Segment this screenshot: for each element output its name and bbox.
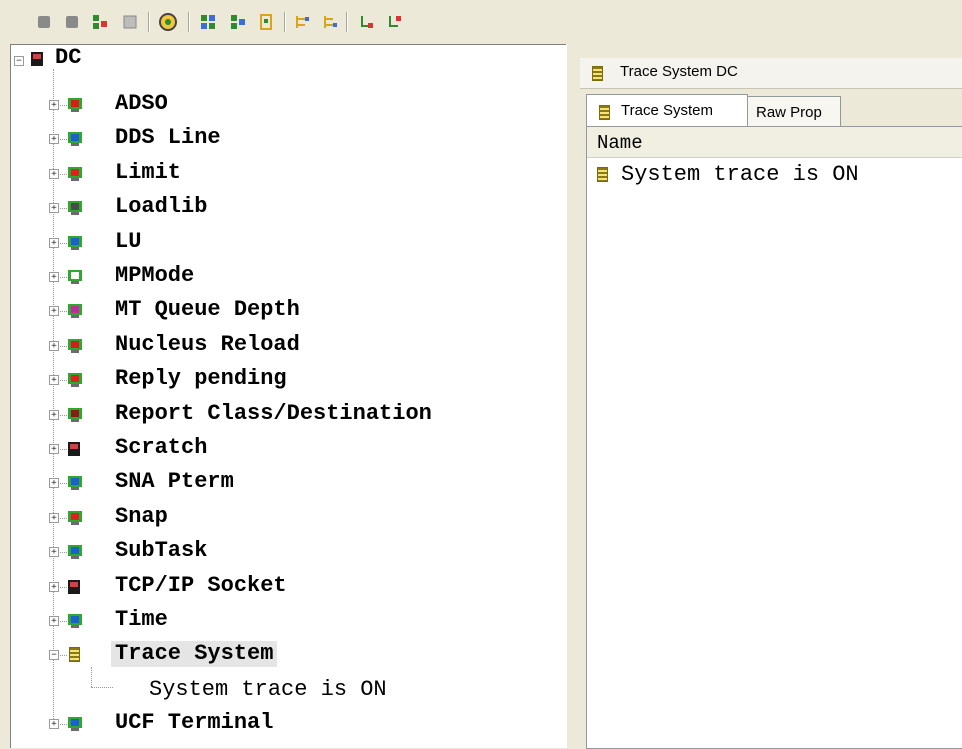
expand-icon[interactable]: +	[49, 547, 59, 558]
trace-system-list[interactable]: Name System trace is ON	[586, 126, 962, 749]
monitor-chart-icon	[67, 131, 82, 147]
monitor-red-icon	[67, 338, 82, 353]
system-icon	[30, 51, 44, 66]
tab-strip: Trace System Raw Prop	[586, 94, 962, 128]
tree-node-tcp-ip-socket[interactable]: TCP/IP Socket	[115, 573, 287, 599]
list-item-label: System trace is ON	[621, 162, 859, 187]
monitor-alert-icon	[67, 166, 82, 181]
expand-icon[interactable]: +	[49, 512, 59, 523]
monitor-clock-icon	[67, 613, 82, 628]
tab-trace-system[interactable]: Trace System	[586, 94, 748, 128]
tree-node-sna-pterm[interactable]: SNA Pterm	[115, 469, 234, 495]
monitor-red-icon	[67, 97, 82, 112]
monitor-reply-icon	[67, 372, 82, 388]
document-icon	[599, 105, 610, 120]
tree-node-dc[interactable]: DC	[55, 45, 81, 71]
expand-icon[interactable]: +	[49, 100, 59, 110]
expand-icon[interactable]: +	[49, 340, 59, 351]
hierarchy-icon[interactable]	[356, 12, 376, 32]
monitor-mt-icon	[67, 303, 82, 319]
tree-node-report-class-destination[interactable]: Report Class/Destination	[115, 401, 432, 427]
collapse-icon[interactable]: −	[49, 650, 59, 661]
tree-node-lu[interactable]: LU	[115, 229, 141, 255]
expand-icon[interactable]: +	[49, 168, 59, 179]
tree-node-adso[interactable]: ADSO	[115, 91, 168, 117]
monitor-mp-icon	[67, 269, 82, 284]
tree-node-dds-line[interactable]: DDS Line	[115, 125, 221, 151]
expand-icon[interactable]: +	[49, 409, 59, 420]
tree-node-snap[interactable]: Snap	[115, 504, 168, 530]
collapse-icon[interactable]: −	[14, 56, 24, 66]
view-icon[interactable]	[228, 12, 248, 32]
disconnect-icon[interactable]	[120, 12, 140, 32]
document-icon	[592, 66, 603, 81]
expand-icon[interactable]: +	[49, 272, 59, 282]
tree-view[interactable]: − DC + ADSO + DDS Line + Limit + Loadlib + LU + MPM…	[10, 44, 567, 748]
tree-node-scratch[interactable]: Scratch	[115, 435, 207, 461]
document-icon	[597, 167, 608, 182]
expand-icon[interactable]: +	[49, 719, 59, 730]
hierarchy-icon[interactable]	[384, 12, 404, 32]
monitor-icon	[67, 200, 82, 216]
tree-node-time[interactable]: Time	[115, 607, 168, 633]
document-icon	[67, 647, 81, 663]
tree-node-ucf-terminal[interactable]: UCF Terminal	[115, 710, 273, 736]
stop-icon[interactable]	[34, 12, 54, 32]
expand-icon[interactable]: +	[49, 134, 59, 145]
toolbar	[0, 0, 962, 44]
tree-node-subtask[interactable]: SubTask	[115, 538, 207, 564]
tree-node-trace-system[interactable]: Trace System	[111, 641, 278, 668]
view-icon[interactable]	[198, 12, 218, 32]
details-title: Trace System DC	[620, 63, 738, 80]
tree-node-loadlib[interactable]: Loadlib	[115, 194, 207, 220]
monitor-subtask-icon	[67, 544, 82, 560]
tree-node-mpmode[interactable]: MPMode	[115, 263, 194, 289]
tab-label: Raw Prop	[756, 104, 822, 121]
expand-icon[interactable]: +	[49, 237, 59, 248]
tree-node-mt-queue-depth[interactable]: MT Queue Depth	[115, 297, 300, 323]
column-header-name[interactable]: Name	[587, 127, 962, 158]
expand-icon[interactable]: +	[49, 375, 59, 386]
monitor-sna-icon	[67, 475, 82, 491]
details-title-bar: Trace System DC	[580, 58, 962, 89]
tree-icon[interactable]	[320, 12, 340, 32]
expand-icon[interactable]: +	[49, 581, 59, 592]
monitor-lu-icon	[67, 235, 82, 250]
tab-raw-prop[interactable]: Raw Prop	[747, 96, 841, 127]
expand-icon[interactable]: +	[49, 616, 59, 626]
tree-node-reply-pending[interactable]: Reply pending	[115, 366, 287, 392]
refresh-icon[interactable]	[158, 12, 178, 32]
monitor-ucf-icon	[67, 716, 82, 732]
connect-icon[interactable]	[90, 12, 110, 32]
system-icon	[67, 441, 81, 456]
column-header-label: Name	[597, 132, 643, 154]
system-icon	[67, 579, 81, 594]
tree-icon[interactable]	[292, 12, 312, 32]
expand-icon[interactable]: +	[49, 203, 59, 214]
list-item[interactable]: System trace is ON	[587, 159, 962, 189]
view-icon[interactable]	[256, 12, 276, 32]
expand-icon[interactable]: +	[49, 478, 59, 489]
tree-node-nucleus-reload[interactable]: Nucleus Reload	[115, 332, 300, 358]
tab-label: Trace System	[621, 102, 713, 119]
monitor-snap-icon	[67, 510, 82, 525]
stop-icon[interactable]	[62, 12, 82, 32]
expand-icon[interactable]: +	[49, 444, 59, 454]
expand-icon[interactable]: +	[49, 306, 59, 317]
tree-node-system-trace-is-on[interactable]: System trace is ON	[149, 677, 387, 703]
tree-node-limit[interactable]: Limit	[115, 160, 181, 186]
monitor-report-icon	[67, 407, 82, 422]
details-pane: Trace System DC Trace System Raw Prop Na…	[576, 44, 962, 749]
